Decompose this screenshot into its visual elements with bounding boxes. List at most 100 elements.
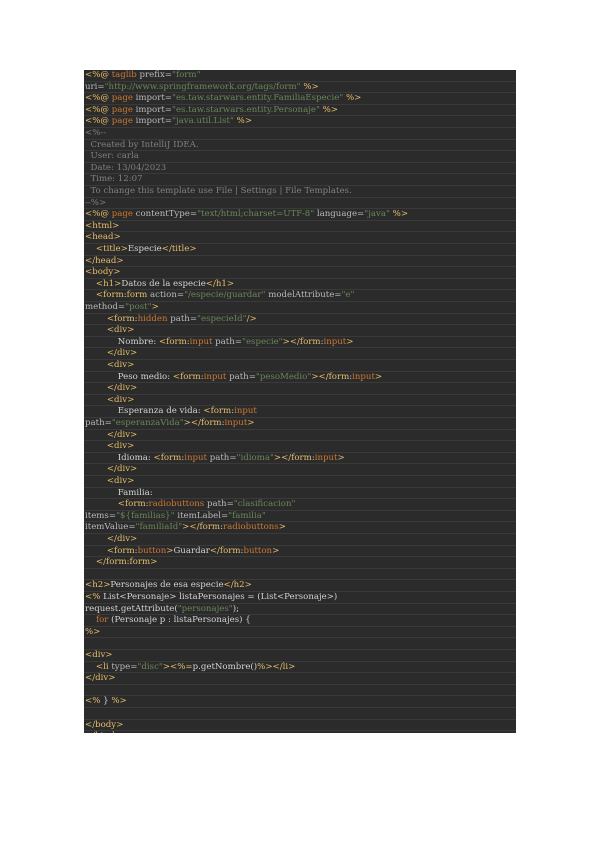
code-token: </li> xyxy=(272,661,296,672)
code-line: <%@ page import="es.taw.starwars.entity.… xyxy=(84,105,516,117)
code-token: language= xyxy=(314,209,365,220)
code-token: uri= xyxy=(85,81,105,92)
code-token: ></form xyxy=(183,418,222,428)
code-token: <body> xyxy=(85,267,121,278)
code-token: for xyxy=(95,615,109,626)
code-token: Personajes de esa especie xyxy=(110,580,224,591)
code-line: <form:button>Guardar</form:button> xyxy=(84,546,516,558)
code-line: <div> xyxy=(84,360,516,372)
code-token: path= xyxy=(226,371,256,382)
code-token: > xyxy=(337,452,345,463)
code-line: Date: 13/04/2023 xyxy=(84,163,516,175)
code-token: ); xyxy=(232,603,239,614)
code-token: <form xyxy=(203,406,232,417)
code-token: (Personaje p : listaPersonajes) { xyxy=(108,615,251,626)
code-token: </div> xyxy=(85,673,116,684)
code-line: </div> xyxy=(84,673,516,685)
code-token: <%= xyxy=(170,661,193,672)
code-token: %> xyxy=(300,81,319,92)
code-line: </html> xyxy=(84,731,516,733)
code-token: ></form xyxy=(182,522,221,533)
code-line: </div> xyxy=(84,464,516,476)
code-line: <body> xyxy=(84,267,516,279)
code-line: Esperanza de vida: <form:input xyxy=(84,406,516,418)
code-line: <li type="disc"><%=p.getNombre()%></li> xyxy=(84,662,516,674)
code-line: <div> xyxy=(84,325,516,337)
code-token: </div> xyxy=(85,464,138,475)
code-line: <head> xyxy=(84,232,516,244)
code-line xyxy=(84,569,516,581)
code-token: <head> xyxy=(85,232,121,243)
code-token: path= xyxy=(167,313,198,324)
code-token: <div> xyxy=(85,360,135,370)
code-token: <form xyxy=(158,336,187,347)
code-token: </div> xyxy=(85,429,138,440)
code-token: "especieId" xyxy=(197,313,247,324)
code-token: form xyxy=(126,290,148,301)
code-token: "/especie/guardar" xyxy=(184,290,266,301)
code-token: form xyxy=(129,557,151,568)
code-token: <title> xyxy=(85,244,128,254)
code-token: <div> xyxy=(85,325,135,336)
code-token: input xyxy=(234,406,257,417)
code-token: Date: 13/04/2023 xyxy=(85,162,167,173)
code-token: <%@ xyxy=(85,70,112,80)
code-line: request.getAttribute("personajes"); xyxy=(84,604,516,616)
code-token: <h1> xyxy=(85,278,122,289)
code-token: </form xyxy=(209,545,241,556)
code-token: User: carla xyxy=(85,151,139,162)
code-token: > xyxy=(247,418,255,428)
code-token: "es.taw.starwars.entity.FamiliaEspecie" xyxy=(172,93,344,104)
code-token: %> xyxy=(111,696,127,707)
code-token: input xyxy=(314,452,338,463)
code-line: Created by IntelliJ IDEA. xyxy=(84,140,516,152)
code-token: import= xyxy=(132,93,172,104)
code-line: </head> xyxy=(84,256,516,268)
code-token: hidden xyxy=(137,313,168,324)
code-token: Nombre: xyxy=(85,336,159,347)
code-token: <form xyxy=(85,290,124,301)
code-listing: <%@ taglib prefix="form" uri="http://www.… xyxy=(84,70,516,733)
code-token: <form xyxy=(153,452,182,463)
code-token: <li xyxy=(85,661,109,672)
code-line: Time: 12:07 xyxy=(84,174,516,186)
code-token: <div> xyxy=(85,476,135,486)
code-token: > xyxy=(278,522,286,533)
code-token: button xyxy=(137,545,167,556)
code-token: path= xyxy=(212,336,242,347)
code-line: items="${familias}" itemLabel="familia" xyxy=(84,511,516,523)
code-line: uri="http://www.springframework.org/tags… xyxy=(84,82,516,94)
code-token: Especie xyxy=(127,244,162,254)
code-token: taglib xyxy=(111,70,137,80)
code-token: <% xyxy=(85,592,101,602)
code-token: items= xyxy=(85,510,117,521)
code-token: Idioma: xyxy=(85,452,154,463)
code-token: Created by IntelliJ IDEA. xyxy=(85,139,199,150)
code-token: </body> xyxy=(85,719,124,730)
code-token: <%@ xyxy=(85,104,112,115)
code-line: --%> xyxy=(84,198,516,210)
code-token: > xyxy=(162,661,171,672)
code-line xyxy=(84,708,516,720)
code-token: import= xyxy=(132,104,172,115)
code-line: Peso medio: <form:input path="pesoMedio"… xyxy=(84,372,516,384)
code-token: path= xyxy=(85,418,112,428)
code-token: <%@ xyxy=(85,93,112,104)
code-token: %> xyxy=(343,93,362,104)
code-line: <div> xyxy=(84,476,516,488)
code-token: > xyxy=(374,371,383,382)
code-line xyxy=(84,638,516,650)
code-token: radiobuttons xyxy=(223,522,279,533)
code-line: <% } %> xyxy=(84,696,516,708)
code-token: path= xyxy=(207,452,237,463)
code-line: <html> xyxy=(84,221,516,233)
code-line: %> xyxy=(84,627,516,639)
code-token: "clasificacion" xyxy=(233,499,296,510)
code-token: itemLabel= xyxy=(174,510,229,521)
code-token: method= xyxy=(85,302,126,312)
code-token: path= xyxy=(204,499,234,510)
code-token: <%-- xyxy=(85,128,107,138)
code-line: for (Personaje p : listaPersonajes) { xyxy=(84,615,516,627)
code-line: Nombre: <form:input path="especie"></for… xyxy=(84,337,516,349)
code-token: <%@ xyxy=(85,209,112,220)
